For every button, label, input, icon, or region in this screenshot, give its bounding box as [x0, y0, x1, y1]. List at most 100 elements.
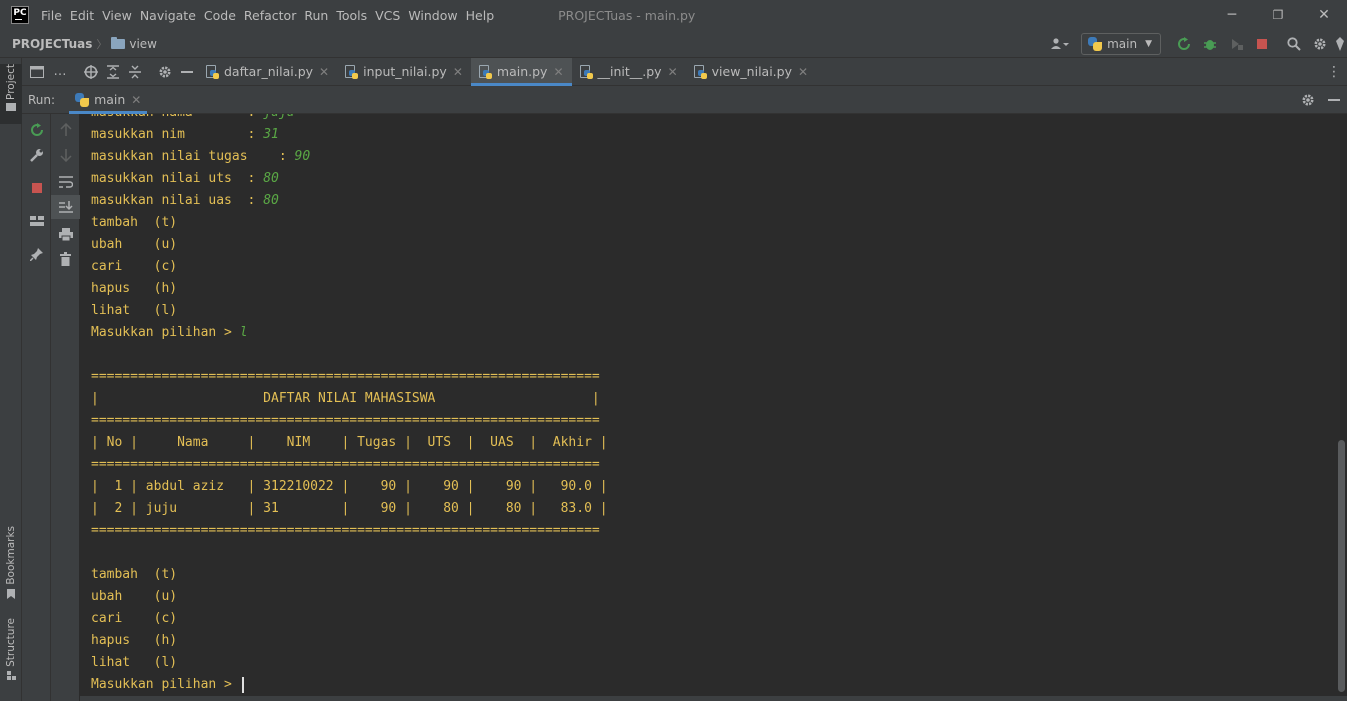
console-output-text: tambah (t) — [91, 215, 178, 230]
coverage-icon[interactable] — [1223, 30, 1249, 58]
tab-label: input_nilai.py — [363, 64, 447, 79]
close-tab-icon[interactable]: ✕ — [453, 65, 463, 79]
console-output-text: masukkan nama : — [91, 114, 263, 120]
console-line: masukkan nama : juju — [91, 114, 608, 124]
menu-tools[interactable]: Tools — [332, 8, 371, 23]
horizontal-scrollbar[interactable] — [80, 696, 1347, 701]
plugins-icon[interactable] — [1333, 30, 1347, 58]
tab-label: __init__.py — [597, 64, 662, 79]
console-output-text: ========================================… — [91, 369, 600, 384]
stop-icon[interactable] — [1249, 30, 1275, 58]
console-output-text: hapus (h) — [91, 633, 178, 648]
soft-wrap-icon[interactable] — [51, 170, 80, 194]
hide-minus-icon[interactable] — [176, 58, 198, 86]
menu-file[interactable]: File — [37, 8, 66, 23]
navigation-bar: PROJECTuas 〉 view main ▼ — [0, 30, 1347, 58]
locate-target-icon[interactable] — [80, 58, 102, 86]
run-toolbar-secondary — [51, 114, 80, 701]
structure-icon — [6, 670, 16, 680]
console-output-text: | No | Nama | NIM | Tugas | UTS | UAS | … — [91, 435, 608, 450]
tab-daftar-nilai[interactable]: daftar_nilai.py ✕ — [198, 58, 337, 86]
console-output-text: masukkan nilai uas : — [91, 193, 264, 208]
settings-gear-icon[interactable] — [1295, 86, 1321, 114]
tool-tab-structure[interactable]: Structure — [0, 618, 22, 680]
breadcrumb-separator: 〉 — [96, 37, 108, 51]
console-user-input: l — [239, 325, 248, 340]
console-output-text: Masukkan pilihan > — [91, 325, 240, 340]
layout-icon[interactable] — [22, 58, 52, 86]
pin-icon[interactable] — [22, 242, 51, 266]
tool-tab-project[interactable]: Project — [0, 64, 22, 124]
arrow-up-icon[interactable] — [51, 118, 80, 142]
user-icon[interactable] — [1047, 30, 1073, 58]
menu-refactor[interactable]: Refactor — [240, 8, 300, 23]
close-tab-icon[interactable]: ✕ — [668, 65, 678, 79]
python-file-icon — [693, 64, 707, 79]
menu-code[interactable]: Code — [200, 8, 240, 23]
rerun-icon[interactable] — [22, 118, 51, 142]
collapse-all-icon[interactable] — [124, 58, 146, 86]
menu-run[interactable]: Run — [300, 8, 332, 23]
tab-label: view_nilai.py — [711, 64, 792, 79]
minimize-button[interactable]: ─ — [1209, 0, 1255, 30]
scrollbar-thumb[interactable] — [1338, 440, 1345, 692]
stop-icon[interactable] — [22, 176, 51, 200]
rerun-icon[interactable] — [1171, 30, 1197, 58]
tab-input-nilai[interactable]: input_nilai.py ✕ — [337, 58, 471, 86]
scroll-to-end-icon[interactable] — [51, 195, 80, 219]
menu-view[interactable]: View — [98, 8, 136, 23]
run-tab-main[interactable]: main ✕ — [69, 86, 148, 114]
debug-icon[interactable] — [1197, 30, 1223, 58]
vertical-scrollbar[interactable] — [1336, 114, 1347, 696]
settings-gear-icon[interactable] — [1307, 30, 1333, 58]
close-button[interactable]: ✕ — [1301, 0, 1347, 30]
tab-main[interactable]: main.py ✕ — [470, 57, 572, 86]
run-configuration-select[interactable]: main ▼ — [1081, 33, 1161, 55]
run-configuration-label: main — [1107, 37, 1138, 51]
breadcrumb-project[interactable]: PROJECTuas — [12, 37, 92, 51]
breadcrumb: PROJECTuas 〉 view — [12, 36, 157, 52]
wrench-icon[interactable] — [22, 143, 51, 167]
python-icon — [1088, 37, 1103, 51]
console-output-text: lihat (l) — [91, 303, 178, 318]
print-icon[interactable] — [51, 222, 80, 246]
console-output-text: lihat (l) — [91, 655, 178, 670]
restore-button[interactable]: ❐ — [1255, 0, 1301, 30]
expand-all-icon[interactable] — [102, 58, 124, 86]
console-line: lihat (l) — [91, 300, 608, 322]
menu-vcs[interactable]: VCS — [371, 8, 404, 23]
title-bar: PC File Edit View Navigate Code Refactor… — [0, 0, 1347, 30]
hide-minus-icon[interactable] — [1321, 86, 1347, 114]
console-output[interactable]: masukkan nama : jujumasukkan nim : 31mas… — [80, 114, 1336, 696]
menu-edit[interactable]: Edit — [66, 8, 98, 23]
tool-tab-project-label: Project — [5, 64, 17, 100]
close-tab-icon[interactable]: ✕ — [553, 65, 563, 79]
close-tab-icon[interactable]: ✕ — [798, 65, 808, 79]
search-icon[interactable] — [1281, 30, 1307, 58]
console-line: | DAFTAR NILAI MAHASISWA | — [91, 388, 608, 410]
trash-icon[interactable] — [51, 247, 80, 271]
close-tab-icon[interactable]: ✕ — [319, 65, 329, 79]
layout-icon[interactable] — [22, 209, 51, 233]
tab-view-nilai[interactable]: view_nilai.py ✕ — [686, 58, 816, 86]
menu-window[interactable]: Window — [404, 8, 461, 23]
bookmark-icon — [7, 588, 15, 599]
console-user-input: 80 — [263, 193, 279, 208]
console-user-input: 31 — [263, 127, 279, 142]
python-icon — [75, 92, 90, 107]
console-line: tambah (t) — [91, 564, 608, 586]
tool-tab-bookmarks[interactable]: Bookmarks — [0, 526, 22, 599]
settings-gear-icon[interactable] — [154, 58, 176, 86]
console-line: ubah (u) — [91, 234, 608, 256]
console-line: masukkan nilai uas : 80 — [91, 190, 608, 212]
tab-init[interactable]: __init__.py ✕ — [572, 58, 686, 86]
menu-help[interactable]: Help — [462, 8, 499, 23]
console-line: ========================================… — [91, 454, 608, 476]
breadcrumb-folder[interactable]: view — [129, 37, 157, 51]
arrow-down-icon[interactable] — [51, 143, 80, 167]
menu-navigate[interactable]: Navigate — [136, 8, 200, 23]
more-vertical-icon[interactable]: ⋮ — [1327, 58, 1341, 86]
close-run-tab-icon[interactable]: ✕ — [131, 93, 141, 107]
ellipsis-icon[interactable]: … — [52, 58, 68, 86]
